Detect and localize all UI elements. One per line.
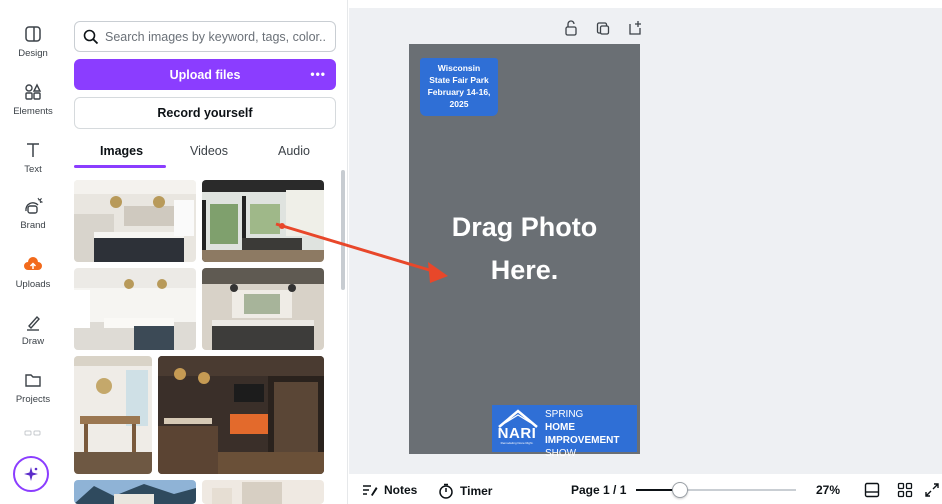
- event-badge[interactable]: Wisconsin State Fair Park February 14-16…: [420, 58, 498, 116]
- brand-icon: [25, 197, 43, 214]
- draw-icon: [27, 315, 40, 331]
- badge-line: 2025: [449, 99, 469, 109]
- tab-images[interactable]: Images: [100, 144, 143, 158]
- media-tabs: Images Videos Audio: [74, 140, 336, 168]
- placeholder-line: Here.: [490, 255, 559, 285]
- record-yourself-button[interactable]: Record yourself: [74, 97, 336, 129]
- rail-item-uploads[interactable]: Uploads: [0, 255, 66, 290]
- badge-line: February 14-16,: [427, 87, 491, 97]
- rail-label: Brand: [20, 220, 46, 231]
- zoom-slider-handle[interactable]: [672, 482, 688, 498]
- canva-editor: Design Elements Text Brand Uploads Draw …: [0, 0, 942, 504]
- rail-label: Text: [24, 164, 42, 175]
- show-line-2: IMPROVEMENT: [545, 435, 620, 446]
- image-thumbnail[interactable]: [74, 268, 196, 350]
- upload-files-button[interactable]: Upload files •••: [74, 59, 336, 90]
- show-line-3: SHOW: [545, 448, 577, 459]
- image-thumbnail[interactable]: [74, 180, 196, 262]
- nari-logo-banner[interactable]: NARI Remodeling Done Right. SPRING HOME …: [492, 405, 637, 459]
- magic-button[interactable]: [13, 456, 49, 492]
- image-thumbnail[interactable]: [158, 356, 324, 474]
- apps-icon[interactable]: [24, 430, 42, 442]
- search-icon: [83, 29, 99, 44]
- rail-label: Design: [18, 48, 48, 59]
- rail-label: Elements: [13, 106, 53, 117]
- page-toolbar: [564, 20, 642, 36]
- show-title: SPRING HOME IMPROVEMENT SHOW: [545, 408, 619, 460]
- badge-line: Wisconsin: [437, 63, 481, 73]
- tab-audio[interactable]: Audio: [278, 144, 310, 158]
- add-page-icon[interactable]: [628, 20, 642, 36]
- rail-item-elements[interactable]: Elements: [0, 82, 66, 117]
- left-rail: Design Elements Text Brand Uploads Draw …: [0, 0, 66, 504]
- panel-scrollbar[interactable]: [341, 170, 345, 290]
- rail-item-design[interactable]: Design: [0, 24, 66, 59]
- image-thumbnail[interactable]: [202, 480, 324, 504]
- tab-videos[interactable]: Videos: [190, 144, 228, 158]
- more-options-icon[interactable]: •••: [310, 67, 326, 81]
- rail-item-brand[interactable]: Brand: [0, 196, 66, 231]
- pages-view-icon[interactable]: [864, 482, 880, 498]
- upload-files-label: Upload files: [169, 67, 241, 82]
- grid-view-icon[interactable]: [897, 482, 913, 498]
- text-icon: [27, 143, 39, 157]
- notes-label: Notes: [384, 483, 418, 497]
- uploads-panel: Upload files ••• Record yourself Images …: [66, 0, 348, 504]
- image-thumbnail[interactable]: [74, 356, 152, 474]
- sparkle-icon: [24, 467, 38, 481]
- rail-item-draw[interactable]: Draw: [0, 312, 66, 347]
- uploads-icon: [24, 257, 42, 270]
- page-label: Page 1 / 1: [571, 483, 627, 497]
- timer-icon: [439, 483, 453, 499]
- notes-icon: [363, 485, 378, 496]
- logo-tagline: Remodeling Done Right.: [500, 441, 534, 445]
- folder-icon: [25, 374, 41, 387]
- search-input[interactable]: [105, 29, 325, 44]
- image-thumbnail[interactable]: [74, 480, 196, 504]
- active-tab-indicator: [74, 165, 166, 168]
- notes-button[interactable]: Notes: [362, 483, 417, 497]
- elements-icon: [25, 83, 42, 100]
- page-indicator[interactable]: Page 1 / 1: [571, 483, 626, 497]
- badge-line: State Fair Park: [429, 75, 489, 85]
- image-thumbnail[interactable]: [202, 268, 324, 350]
- timer-button[interactable]: Timer: [438, 483, 492, 499]
- canvas-top-strip: [349, 0, 942, 8]
- rail-label: Projects: [15, 394, 51, 405]
- show-line-1: SPRING HOME: [545, 409, 584, 433]
- zoom-value[interactable]: 27%: [816, 483, 840, 497]
- timer-label: Timer: [460, 484, 493, 498]
- search-box[interactable]: [74, 21, 336, 52]
- drag-photo-placeholder[interactable]: Drag Photo Here.: [409, 206, 640, 292]
- design-icon: [25, 26, 41, 42]
- rail-label: Draw: [21, 336, 45, 347]
- fullscreen-icon[interactable]: [924, 482, 940, 498]
- lock-icon[interactable]: [564, 20, 578, 36]
- placeholder-line: Drag Photo: [451, 212, 598, 242]
- logo-wordmark: NARI: [497, 425, 537, 442]
- rail-item-projects[interactable]: Projects: [0, 370, 66, 405]
- zoom-label: 27%: [816, 483, 841, 497]
- rail-label: Uploads: [15, 279, 51, 290]
- duplicate-icon[interactable]: [596, 20, 610, 36]
- record-yourself-label: Record yourself: [157, 106, 253, 120]
- image-thumbnail[interactable]: [202, 180, 324, 262]
- rail-item-text[interactable]: Text: [0, 140, 66, 175]
